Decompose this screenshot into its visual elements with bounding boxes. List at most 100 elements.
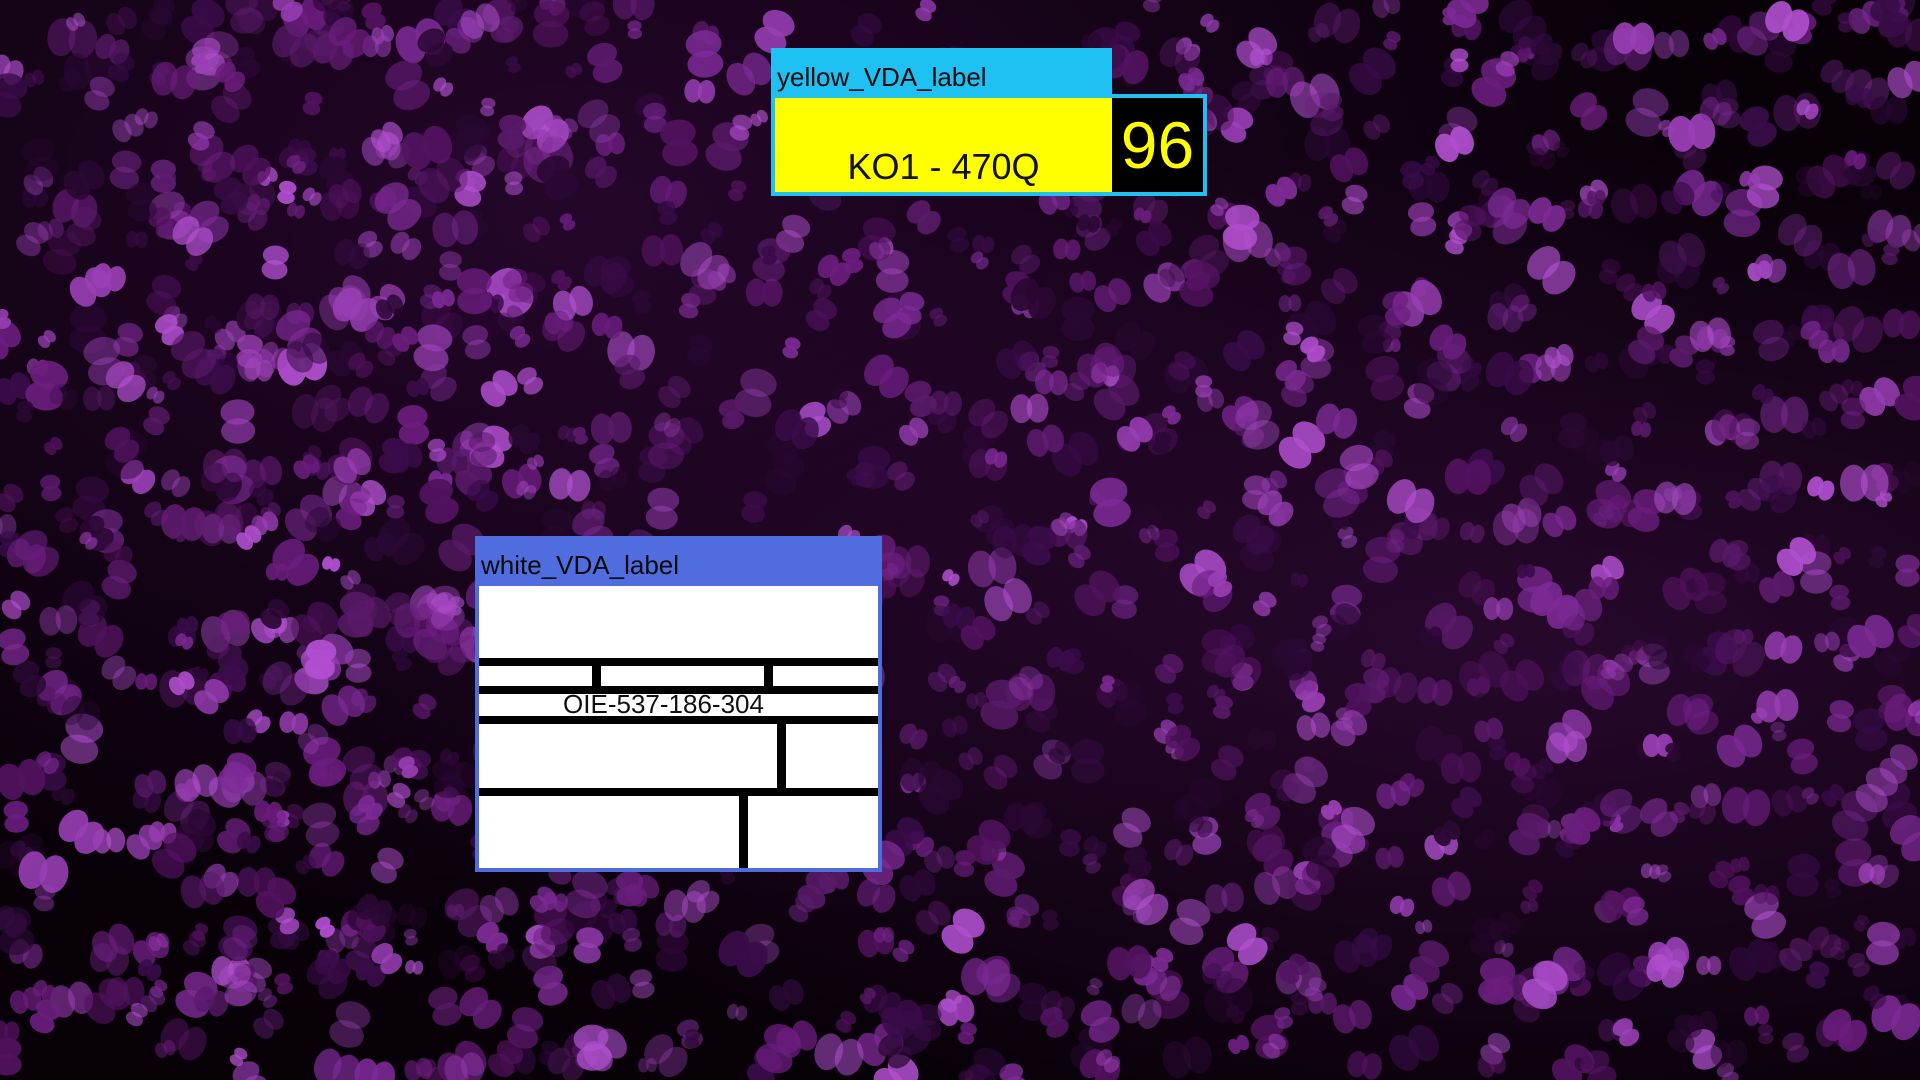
leaf-shape	[1162, 1036, 1212, 1079]
leaf-shape	[1528, 197, 1566, 232]
leaf-shape	[1822, 1009, 1868, 1052]
leaf-shape	[591, 973, 632, 1010]
leaf-shape	[390, 231, 422, 261]
leaf-shape	[1764, 631, 1803, 664]
leaf-shape	[1895, 554, 1920, 587]
bounding-box: OIE-537-186-304	[475, 582, 882, 872]
leaf-shape	[220, 399, 256, 444]
leaf-shape	[1389, 895, 1415, 917]
leaf-shape	[329, 1001, 371, 1048]
leaf-shape	[680, 242, 730, 290]
leaf-shape	[1483, 597, 1514, 621]
leaf-shape	[1431, 871, 1471, 907]
leaf-shape	[1696, 955, 1722, 976]
leaf-shape	[1477, 1052, 1506, 1078]
leaf-shape	[125, 230, 148, 249]
leaf-shape	[1142, 0, 1163, 13]
class-tag: white_VDA_label	[475, 536, 882, 584]
leaf-shape	[1451, 786, 1482, 819]
label-cell	[479, 586, 878, 658]
leaf-shape	[1061, 648, 1085, 675]
leaf-shape	[685, 30, 724, 78]
leaf-shape	[313, 1048, 361, 1080]
leaf-shape	[505, 56, 521, 74]
leaf-shape	[1053, 238, 1081, 261]
leaf-shape	[286, 202, 306, 219]
leaf-shape	[686, 333, 714, 366]
class-tag: yellow_VDA_label	[771, 48, 1112, 96]
leaf-shape	[1814, 631, 1840, 653]
leaf-shape	[1407, 202, 1437, 237]
leaf-shape	[1058, 829, 1082, 857]
leaf-shape	[584, 156, 617, 189]
leaf-shape	[1721, 786, 1771, 827]
leaf-shape	[162, 371, 181, 391]
leaf-shape	[1887, 60, 1920, 99]
leaf-shape	[1459, 521, 1485, 544]
label-cell	[479, 666, 592, 686]
leaf-shape	[385, 60, 431, 111]
leaf-shape	[347, 386, 390, 424]
leaf-shape	[1155, 653, 1184, 684]
leaf-shape	[645, 487, 680, 530]
leaf-shape	[1474, 829, 1496, 850]
leaf-shape	[915, 0, 937, 22]
leaf-shape	[745, 278, 783, 307]
leaf-shape	[1425, 602, 1473, 650]
leaf-shape	[1153, 528, 1180, 562]
label-plate: KO1 - 470Q	[775, 98, 1112, 192]
leaf-shape	[629, 969, 655, 999]
leaf-shape	[322, 556, 341, 572]
leaf-shape	[1348, 47, 1396, 96]
leaf-shape	[835, 1010, 857, 1033]
leaf-shape	[522, 216, 551, 243]
leaf-shape	[805, 298, 838, 332]
leaf-shape	[403, 928, 419, 946]
leaf-shape	[1500, 416, 1528, 443]
leaf-shape	[1786, 853, 1821, 897]
confidence-score: 96	[1112, 98, 1203, 192]
leaf-shape	[782, 337, 801, 359]
leaf-shape	[0, 1020, 20, 1042]
leaf-shape	[459, 986, 502, 1030]
leaf-shape	[1383, 30, 1401, 51]
leaf-shape	[44, 436, 63, 456]
leaf-shape	[1542, 505, 1577, 538]
leaf-shape	[480, 370, 518, 407]
leaf-shape	[0, 483, 24, 513]
leaf-shape	[1805, 961, 1830, 989]
leaf-shape	[1205, 882, 1244, 914]
leaf-shape	[45, 647, 62, 669]
leaf-shape	[261, 245, 289, 280]
label-cell	[773, 666, 878, 686]
leaf-shape	[1, 590, 31, 620]
leaf-shape	[253, 1008, 284, 1039]
leaf-shape	[1417, 676, 1453, 707]
leaf-shape	[1107, 945, 1152, 981]
leaf-shape	[641, 234, 684, 267]
leaf-shape	[1296, 712, 1331, 741]
leaf-shape	[480, 97, 496, 117]
leaf-shape	[1807, 476, 1835, 501]
leaf-shape	[397, 405, 430, 445]
label-cell	[479, 796, 739, 868]
leaf-shape	[532, 0, 570, 48]
leaf-shape	[631, 289, 652, 314]
leaf-shape	[1070, 739, 1105, 784]
leaf-shape	[1165, 692, 1184, 715]
leaf-shape	[1882, 308, 1920, 340]
leaf-shape	[972, 234, 995, 254]
leaf-shape	[1210, 745, 1244, 781]
leaf-shape	[1829, 584, 1851, 611]
leaf-shape	[1347, 1050, 1383, 1080]
leaf-shape	[1228, 1034, 1250, 1055]
leaf-shape	[106, 6, 137, 36]
leaf-shape	[386, 495, 405, 519]
leaf-shape	[1770, 721, 1787, 742]
leaf-shape	[1488, 736, 1508, 761]
leaf-shape	[1840, 464, 1889, 502]
leaf-shape	[1744, 1005, 1770, 1027]
leaf-shape	[1200, 13, 1220, 33]
leaf-shape	[1431, 982, 1463, 1015]
leaf-shape	[942, 569, 960, 586]
